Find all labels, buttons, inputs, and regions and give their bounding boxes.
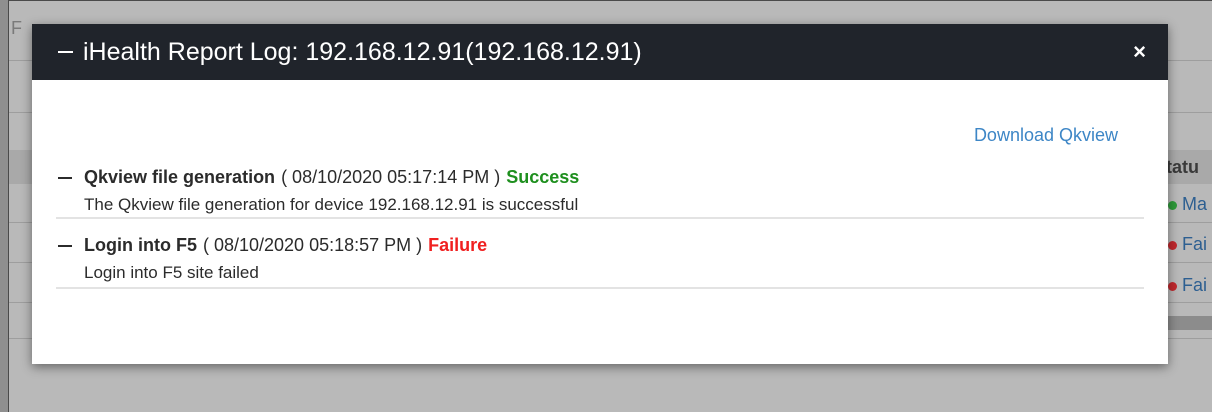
log-entry-header[interactable]: Login into F5 ( 08/10/2020 05:18:57 PM )… <box>56 235 1144 256</box>
background-status-cell: Fai <box>1168 234 1207 255</box>
minus-icon <box>58 51 73 53</box>
collapse-icon[interactable] <box>58 244 72 247</box>
background-text-fragment: F <box>11 18 22 38</box>
log-entry-status: Failure <box>428 235 488 255</box>
download-qkview-link[interactable]: Download Qkview <box>974 125 1118 146</box>
status-dot-icon <box>1168 281 1177 291</box>
log-entry-description: Login into F5 site failed <box>84 263 259 282</box>
dialog-title-text: iHealth Report Log: 192.168.12.91(192.16… <box>83 37 642 66</box>
collapse-icon[interactable] <box>58 176 72 179</box>
close-button[interactable]: × <box>1133 41 1146 63</box>
dialog-title: iHealth Report Log: 192.168.12.91(192.16… <box>58 38 1133 67</box>
log-entry-title: Qkview file generation <box>84 167 276 187</box>
page: F tatu Ma Fai Fai iHealth Report Log: 19… <box>0 0 1212 412</box>
dialog-header: iHealth Report Log: 192.168.12.91(192.16… <box>32 24 1168 80</box>
background-status-header: tatu <box>1166 157 1199 177</box>
log-entry: Qkview file generation ( 08/10/2020 05:1… <box>56 163 1144 219</box>
log-entries: Qkview file generation ( 08/10/2020 05:1… <box>56 163 1144 289</box>
status-dot-icon <box>1168 240 1177 250</box>
log-entry-title: Login into F5 <box>84 235 197 255</box>
background-status-cell: Ma <box>1168 194 1207 215</box>
background-scrollbar <box>1168 316 1212 330</box>
log-entry-header[interactable]: Qkview file generation ( 08/10/2020 05:1… <box>56 167 1144 188</box>
status-dot-icon <box>1168 200 1177 210</box>
ihealth-report-log-dialog: iHealth Report Log: 192.168.12.91(192.16… <box>32 24 1168 364</box>
log-entry-description: The Qkview file generation for device 19… <box>84 195 579 214</box>
log-entry: Login into F5 ( 08/10/2020 05:18:57 PM )… <box>56 231 1144 289</box>
log-entry-timestamp: ( 08/10/2020 05:17:14 PM ) <box>281 167 501 187</box>
log-entry-timestamp: ( 08/10/2020 05:18:57 PM ) <box>202 235 423 255</box>
log-entry-status: Success <box>506 167 580 187</box>
background-status-cell: Fai <box>1168 275 1207 296</box>
